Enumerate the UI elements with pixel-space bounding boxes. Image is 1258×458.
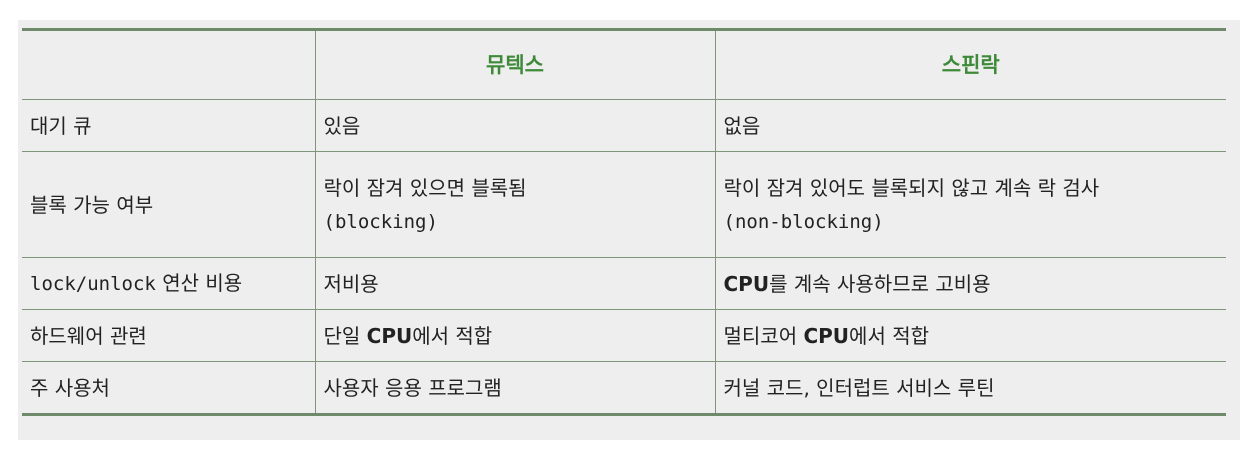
- cpu-text: CPU: [803, 323, 850, 348]
- row-label-blocking: 블록 가능 여부: [22, 151, 316, 258]
- table-row: lock/unlock 연산 비용 저비용 CPU를 계속 사용하므로 고비용: [22, 257, 1226, 310]
- table-header-row: 뮤텍스 스핀락: [22, 29, 1226, 100]
- mutex-wait-queue: 있음: [315, 99, 716, 152]
- header-mutex: 뮤텍스: [315, 29, 716, 100]
- spinlock-blocking-text: 락이 잠겨 있어도 블록되지 않고 계속 락 검사: [723, 175, 1100, 200]
- mutex-hw-pre: 단일: [323, 323, 367, 348]
- spinlock-cost-text: 를 계속 사용하므로 고비용: [769, 271, 991, 296]
- spinlock-blocking: 락이 잠겨 있어도 블록되지 않고 계속 락 검사 (non-blocking): [715, 151, 1226, 258]
- spinlock-usage: 커널 코드, 인터럽트 서비스 루틴: [715, 361, 1226, 415]
- mutex-blocking-text: 락이 잠겨 있으면 블록됨: [323, 175, 527, 200]
- spinlock-cost: CPU를 계속 사용하므로 고비용: [715, 257, 1226, 310]
- comparison-table: 뮤텍스 스핀락 대기 큐 있음 없음 블록 가능 여부 락이 잠겨 있으면 블록…: [22, 28, 1226, 416]
- spinlock-hardware: 멀티코어 CPU에서 적합: [715, 309, 1226, 362]
- header-empty-cell: [22, 29, 316, 100]
- table-row: 주 사용처 사용자 응용 프로그램 커널 코드, 인터럽트 서비스 루틴: [22, 361, 1226, 415]
- mutex-usage: 사용자 응용 프로그램: [315, 361, 716, 415]
- mutex-hardware: 단일 CPU에서 적합: [315, 309, 716, 362]
- row-label-wait-queue: 대기 큐: [22, 99, 316, 152]
- row-label-hardware: 하드웨어 관련: [22, 309, 316, 362]
- spinlock-hw-pre: 멀티코어: [723, 323, 804, 348]
- cpu-text: CPU: [723, 271, 770, 296]
- spinlock-blocking-code: (non-blocking): [723, 210, 884, 233]
- header-spinlock: 스핀락: [715, 29, 1226, 100]
- mutex-hw-post: 에서 적합: [412, 323, 493, 348]
- cpu-text: CPU: [366, 323, 413, 348]
- spinlock-hw-post: 에서 적합: [849, 323, 930, 348]
- mutex-blocking: 락이 잠겨 있으면 블록됨 (blocking): [315, 151, 716, 258]
- row-label-cost: lock/unlock 연산 비용: [22, 257, 316, 310]
- mutex-blocking-code: (blocking): [323, 210, 438, 233]
- table-row: 하드웨어 관련 단일 CPU에서 적합 멀티코어 CPU에서 적합: [22, 309, 1226, 362]
- row-label-usage: 주 사용처: [22, 361, 316, 415]
- cost-label-text: 연산 비용: [155, 271, 243, 295]
- lock-unlock-code: lock/unlock: [30, 273, 156, 295]
- table-row: 대기 큐 있음 없음: [22, 99, 1226, 152]
- mutex-cost: 저비용: [315, 257, 716, 310]
- spinlock-wait-queue: 없음: [715, 99, 1226, 152]
- table-row: 블록 가능 여부 락이 잠겨 있으면 블록됨 (blocking) 락이 잠겨 …: [22, 151, 1226, 258]
